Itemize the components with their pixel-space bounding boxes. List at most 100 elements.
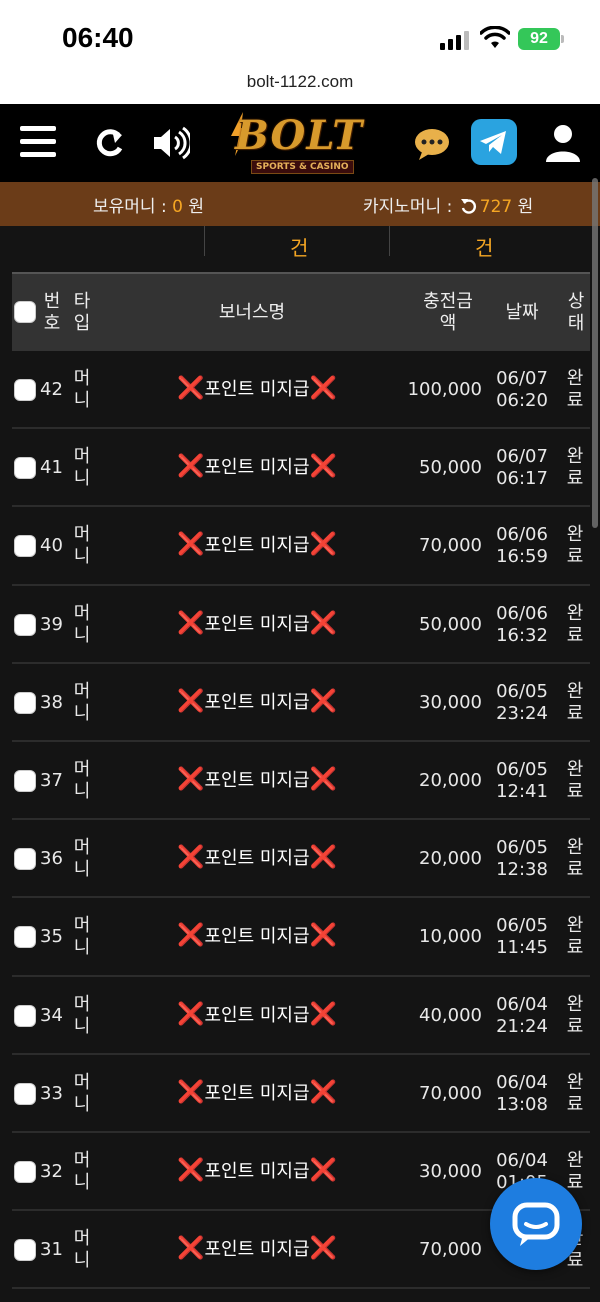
table-row[interactable]: 35 머니 ❌포인트 미지급❌ 10,000 06/05 11:45 완료: [12, 898, 590, 977]
row-amount: 10,000: [419, 926, 482, 948]
divider: [389, 226, 390, 256]
row-checkbox[interactable]: [14, 457, 36, 480]
row-number: 36: [40, 848, 63, 870]
money-bar: 보유머니 : 0 원 카지노머니 : 727 원: [0, 182, 600, 226]
cross-mark-icon: ❌: [309, 845, 337, 871]
row-type: 머니: [73, 837, 91, 881]
url-text: bolt-1122.com: [246, 72, 354, 91]
table-row[interactable]: 41 머니 ❌포인트 미지급❌ 50,000 06/07 06:17 완료: [12, 429, 590, 508]
table-row[interactable]: 37 머니 ❌포인트 미지급❌ 20,000 06/05 12:41 완료: [12, 741, 590, 821]
row-amount: 70,000: [419, 1239, 482, 1261]
hamburger-icon[interactable]: [20, 126, 56, 168]
bonus-name-text: 포인트 미지급: [204, 691, 310, 713]
row-date: 06/05 23:24: [492, 681, 552, 725]
user-icon[interactable]: [545, 122, 581, 164]
header-date: 날짜: [505, 302, 539, 323]
table-row[interactable]: 42 머니 ❌포인트 미지급❌ 100,000 06/07 06:20 완료: [12, 351, 590, 430]
row-amount: 50,000: [419, 457, 482, 479]
row-date-day: 06/05: [496, 680, 548, 702]
cross-mark-icon: ❌: [177, 1001, 205, 1027]
row-amount: 30,000: [419, 1160, 482, 1182]
bonus-name-text: 포인트 미지급: [204, 535, 310, 557]
row-type: 머니: [73, 446, 91, 490]
table-row[interactable]: 33 머니 ❌포인트 미지급❌ 70,000 06/04 13:08 완료: [12, 1054, 590, 1133]
row-date-day: 06/04: [496, 1071, 548, 1093]
row-date: 06/04 13:08: [492, 1072, 552, 1116]
row-date-time: 12:38: [496, 859, 548, 881]
status-bar: 06:40 92: [0, 0, 600, 70]
refresh-icon[interactable]: [460, 197, 478, 215]
row-amount: 30,000: [419, 691, 482, 713]
cross-mark-icon: ❌: [309, 923, 337, 949]
refresh-icon[interactable]: [92, 122, 126, 164]
row-checkbox[interactable]: [14, 769, 36, 792]
row-bonus-name: ❌포인트 미지급❌: [177, 1079, 337, 1105]
cross-mark-icon: ❌: [177, 376, 205, 401]
url-bar[interactable]: bolt-1122.com: [0, 70, 600, 104]
select-all-checkbox[interactable]: [14, 301, 36, 323]
status-time: 06:40: [62, 22, 134, 53]
row-checkbox[interactable]: [14, 379, 36, 401]
table-header: 번호 타입 보너스명 충전금액 날짜 상태: [12, 272, 590, 351]
row-date-time: 12:41: [496, 780, 548, 802]
summary-strip: 건 건: [0, 226, 600, 272]
held-money-label: 보유머니 :: [93, 197, 173, 217]
table-row[interactable]: 39 머니 ❌포인트 미지급❌ 50,000 06/06 16:32 완료: [12, 585, 590, 664]
cross-mark-icon: ❌: [309, 1079, 337, 1105]
table-row[interactable]: 34 머니 ❌포인트 미지급❌ 40,000 06/04 21:24 완료: [12, 976, 590, 1055]
wifi-icon: [480, 26, 510, 48]
row-date-time: 06:20: [496, 390, 548, 411]
row-date: 06/06 16:32: [492, 603, 552, 647]
row-checkbox[interactable]: [14, 848, 36, 871]
row-type: 머니: [73, 1071, 91, 1115]
row-checkbox[interactable]: [14, 535, 36, 558]
row-bonus-name: ❌포인트 미지급❌: [177, 378, 337, 401]
speaker-icon[interactable]: [152, 122, 190, 164]
table-row[interactable]: 38 머니 ❌포인트 미지급❌ 30,000 06/05 23:24 완료: [12, 663, 590, 742]
row-checkbox[interactable]: [14, 1160, 36, 1183]
row-checkbox[interactable]: [14, 613, 36, 636]
row-type: 머니: [73, 915, 91, 959]
header-amount: 충전금액: [423, 291, 473, 334]
signal-icon: [440, 30, 470, 50]
bonus-name-text: 포인트 미지급: [204, 1239, 310, 1261]
live-chat-button[interactable]: [490, 1178, 582, 1270]
row-amount: 70,000: [419, 1082, 482, 1104]
cross-mark-icon: ❌: [309, 454, 337, 480]
telegram-icon[interactable]: [471, 119, 517, 165]
row-checkbox[interactable]: [14, 1004, 36, 1027]
scrollbar[interactable]: [592, 178, 598, 528]
row-number: 38: [40, 691, 63, 713]
bonus-name-text: 포인트 미지급: [204, 1004, 310, 1026]
row-number: 42: [40, 379, 63, 400]
header-number: 번호: [43, 291, 61, 334]
row-bonus-name: ❌포인트 미지급❌: [177, 688, 337, 714]
summary-count-1: 건: [290, 236, 309, 260]
casino-money-value: 727: [479, 197, 513, 217]
row-checkbox[interactable]: [14, 1082, 36, 1105]
row-type: 머니: [73, 524, 91, 568]
table-row[interactable]: 36 머니 ❌포인트 미지급❌ 20,000 06/05 12:38 완료: [12, 820, 590, 899]
table-row[interactable]: 40 머니 ❌포인트 미지급❌ 70,000 06/06 16:59 완료: [12, 507, 590, 586]
row-checkbox[interactable]: [14, 1239, 36, 1262]
header-bonus-name: 보너스명: [218, 302, 286, 323]
row-date-day: 06/07: [496, 368, 548, 389]
cross-mark-icon: ❌: [177, 845, 205, 871]
row-amount: 20,000: [419, 769, 482, 791]
row-type: 머니: [73, 993, 91, 1037]
bonus-name-text: 포인트 미지급: [204, 457, 310, 479]
row-number: 35: [40, 926, 63, 948]
row-status: 완료: [566, 602, 584, 646]
battery-indicator: 92: [518, 28, 564, 50]
row-date: 06/05 12:38: [492, 837, 552, 881]
bonus-name-text: 포인트 미지급: [204, 613, 310, 635]
held-money-unit: 원: [182, 197, 204, 217]
bolt-logo[interactable]: BOLT SPORTS & CASINO: [225, 108, 375, 178]
held-money-value: 0: [172, 197, 183, 217]
bonus-name-text: 포인트 미지급: [204, 769, 310, 791]
bonus-name-text: 포인트 미지급: [204, 1082, 310, 1104]
chat-bubble-icon[interactable]: [414, 124, 450, 166]
cross-mark-icon: ❌: [177, 688, 205, 714]
row-checkbox[interactable]: [14, 926, 36, 949]
row-checkbox[interactable]: [14, 691, 36, 714]
